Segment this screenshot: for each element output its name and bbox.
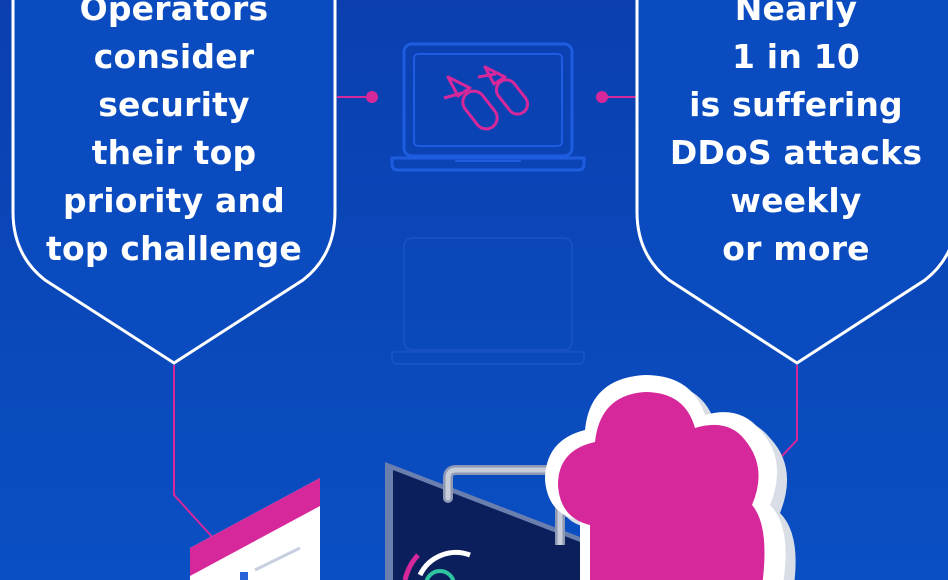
laptop-bombs-icon: [390, 42, 586, 172]
right-shield-line: Nearly: [734, 0, 858, 28]
right-connector-dot: [596, 91, 608, 103]
right-shield-line: weekly: [730, 181, 862, 220]
left-shield-line: Operators: [79, 0, 269, 28]
left-shield-line: consider: [93, 37, 255, 76]
left-connector-dot: [366, 91, 378, 103]
left-shield-line: security: [98, 85, 250, 124]
left-shield-text: Operators consider security their top pr…: [18, 0, 330, 273]
left-shield-line: top challenge: [46, 229, 302, 268]
infographic-canvas: Operators consider security their top pr…: [0, 0, 948, 580]
cloud-icon: [545, 375, 796, 580]
right-shield-text: Nearly 1 in 10 is suffering DDoS attacks…: [640, 0, 948, 273]
left-shield-line: priority and: [62, 181, 286, 220]
left-bottom-connector-line: [173, 365, 216, 541]
right-shield-line: or more: [722, 229, 870, 268]
right-shield-line: DDoS attacks: [669, 133, 923, 172]
left-shield-line: their top: [91, 133, 257, 172]
laptop-faint-icon: [391, 237, 585, 365]
document-icon: [190, 478, 320, 580]
right-shield-line: 1 in 10: [731, 37, 861, 76]
right-shield-line: is suffering: [689, 85, 903, 124]
